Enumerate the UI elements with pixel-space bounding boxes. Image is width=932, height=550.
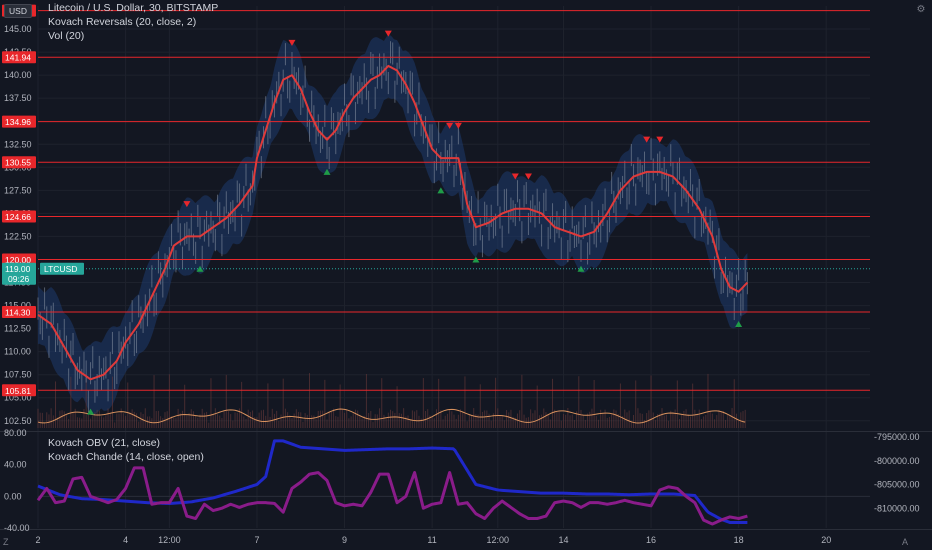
current-price-countdown: 09:26	[8, 274, 30, 284]
symbol-title: Litecoin / U.S. Dollar, 30, BITSTAMP	[48, 2, 219, 14]
osc-axis-label: 40.00	[4, 460, 27, 470]
osc-axis-label: 80.00	[4, 428, 27, 438]
price-level-tag-label: 130.55	[5, 158, 31, 168]
price-level-tag-label: 124.66	[5, 212, 31, 222]
osc-right-axis-label: -805000.00	[874, 480, 920, 490]
volatility-band	[38, 34, 748, 415]
price-axis-label: 107.50	[4, 370, 32, 380]
price-axis-label: 102.50	[4, 416, 32, 426]
osc-right-axis-label: -800000.00	[874, 456, 920, 466]
price-axis-label: 112.50	[4, 324, 31, 334]
timezone-corner[interactable]: Z	[3, 537, 9, 547]
osc-axis-label: 0.00	[4, 491, 22, 501]
time-axis-label: 2	[35, 535, 40, 545]
indicator-vol-legend[interactable]: Vol (20)	[48, 30, 84, 42]
osc-right-axis-label: -810000.00	[874, 503, 920, 513]
indicator-reversals-legend[interactable]: Kovach Reversals (20, close, 2)	[48, 16, 196, 28]
chart-svg[interactable]: 102.50105.00107.50110.00112.50115.00117.…	[0, 0, 932, 550]
price-level-tag-label: 141.94	[5, 53, 31, 63]
osc-obv-legend[interactable]: Kovach OBV (21, close)	[48, 437, 160, 449]
osc-right-axis-label: -795000.00	[874, 432, 920, 442]
time-axis-label: 7	[254, 535, 259, 545]
price-axis-label: 145.00	[4, 24, 32, 34]
osc-chande-legend[interactable]: Kovach Chande (14, close, open)	[48, 451, 204, 463]
price-axis-label: 110.00	[4, 347, 31, 357]
current-price-value: 119.00	[5, 264, 31, 274]
price-level-tag-label: 134.96	[5, 117, 31, 127]
price-axis-label: 137.50	[4, 93, 32, 103]
price-axis-label: 122.50	[4, 231, 32, 241]
symbol-tag-label: LTCUSD	[44, 264, 77, 274]
price-level-tag-label: 114.30	[5, 308, 31, 318]
autoscale-corner[interactable]: A	[902, 537, 908, 547]
time-axis-label: 16	[646, 535, 656, 545]
currency-badge[interactable]: USD	[4, 4, 32, 18]
time-axis-label: 20	[821, 535, 831, 545]
chart-stage[interactable]: { "header": { "symbol_title": "Litecoin …	[0, 0, 932, 550]
price-axis-label: 140.00	[4, 70, 32, 80]
time-axis-label: 14	[558, 535, 568, 545]
price-axis-label: 127.50	[4, 185, 32, 195]
gear-icon[interactable]: ⚙	[913, 4, 929, 16]
time-axis-label: 4	[123, 535, 128, 545]
time-axis-label: 12:00	[487, 535, 510, 545]
time-axis-label: 9	[342, 535, 347, 545]
price-axis-label: 132.50	[4, 139, 32, 149]
price-level-tag-label: 105.81	[5, 386, 31, 396]
time-axis-label: 18	[734, 535, 744, 545]
time-axis-label: 12:00	[158, 535, 181, 545]
time-axis-label: 11	[427, 535, 436, 545]
osc-axis-label: -40.00	[4, 523, 30, 533]
